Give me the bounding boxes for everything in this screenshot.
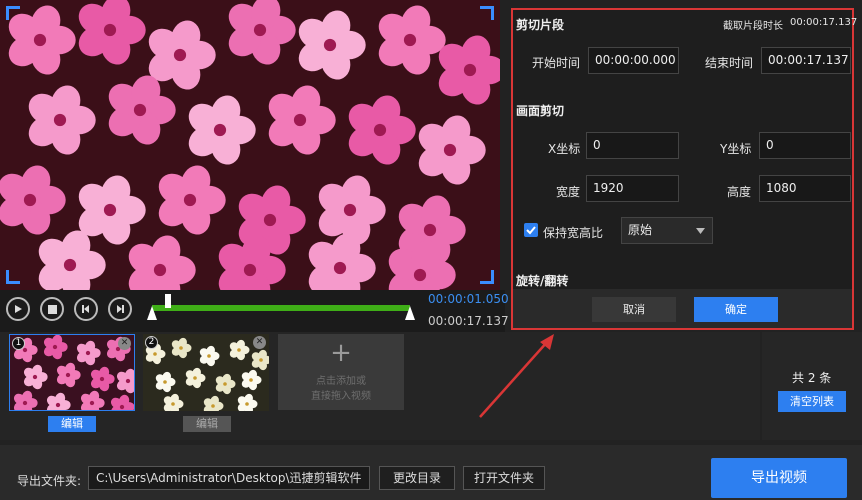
current-time: 00:00:01.050 bbox=[428, 292, 509, 306]
y-coord-field[interactable]: 0 bbox=[759, 132, 851, 159]
close-icon[interactable]: ✕ bbox=[253, 336, 266, 349]
cancel-button[interactable]: 取消 bbox=[592, 297, 676, 322]
step-back-icon bbox=[82, 305, 89, 313]
add-clip-hint-1: 点击添加或 bbox=[316, 376, 366, 387]
clip-index-badge: 2 bbox=[145, 336, 158, 349]
change-dir-button[interactable]: 更改目录 bbox=[379, 466, 455, 490]
edit-clip-1-button[interactable]: 编辑 bbox=[48, 416, 96, 432]
output-folder-path[interactable]: C:\Users\Administrator\Desktop\迅捷剪辑软件 bbox=[88, 466, 370, 490]
crop-handle-bottom-left[interactable] bbox=[6, 270, 20, 284]
start-time-field[interactable]: 00:00:00.000 bbox=[588, 47, 679, 74]
keep-ratio-checkbox[interactable] bbox=[524, 223, 538, 237]
clip-2-image bbox=[143, 334, 269, 411]
clear-list-button[interactable]: 清空列表 bbox=[778, 391, 846, 412]
chevron-down-icon bbox=[696, 228, 705, 234]
crop-section-title: 画面剪切 bbox=[516, 104, 565, 118]
checkmark-icon bbox=[526, 226, 536, 235]
video-preview[interactable] bbox=[0, 0, 500, 290]
crop-handle-bottom-right[interactable] bbox=[480, 270, 494, 284]
annotation-arrow bbox=[479, 334, 554, 418]
clip-1-image bbox=[10, 335, 134, 410]
step-forward-icon bbox=[117, 305, 124, 313]
playhead[interactable] bbox=[164, 294, 171, 308]
width-field[interactable]: 1920 bbox=[586, 175, 679, 202]
x-coord-field[interactable]: 0 bbox=[586, 132, 679, 159]
play-button[interactable] bbox=[6, 297, 30, 321]
end-time-label: 结束时间 bbox=[705, 56, 754, 70]
export-video-button[interactable]: 导出视频 bbox=[711, 458, 847, 498]
add-clip-tile[interactable]: + 点击添加或 直接拖入视频 bbox=[278, 334, 404, 410]
clip-duration-value: 00:00:17.137 bbox=[790, 17, 858, 28]
cherry-blossom-image bbox=[0, 0, 500, 290]
width-label: 宽度 bbox=[556, 185, 581, 199]
play-icon bbox=[15, 305, 22, 313]
next-frame-button[interactable] bbox=[108, 297, 132, 321]
height-field[interactable]: 1080 bbox=[759, 175, 851, 202]
app-window: 00:00:01.050 00:00:17.137 剪切片段 截取片段时长 00… bbox=[0, 0, 862, 500]
trim-end-handle[interactable] bbox=[405, 306, 415, 320]
close-icon[interactable]: ✕ bbox=[118, 337, 131, 350]
clip-thumbnail-2[interactable]: 2 ✕ bbox=[143, 334, 269, 411]
clip-index-badge: 1 bbox=[12, 337, 25, 350]
height-label: 高度 bbox=[727, 185, 752, 199]
list-summary: 共 2 条 清空列表 bbox=[762, 332, 862, 440]
crop-handle-top-left[interactable] bbox=[6, 6, 20, 20]
ratio-select[interactable]: 原始 bbox=[621, 217, 713, 244]
player-controls: 00:00:01.050 00:00:17.137 bbox=[0, 290, 509, 332]
confirm-button[interactable]: 确定 bbox=[694, 297, 778, 322]
trim-start-handle[interactable] bbox=[147, 306, 157, 320]
end-time-field[interactable]: 00:00:17.137 bbox=[761, 47, 851, 74]
start-time-label: 开始时间 bbox=[532, 56, 581, 70]
stop-button[interactable] bbox=[40, 297, 64, 321]
clip-count: 共 2 条 bbox=[792, 371, 832, 385]
clip-list: 1 ✕ 2 ✕ + 点击添加或 直接拖入视频 bbox=[0, 332, 760, 440]
plus-icon: + bbox=[330, 338, 352, 368]
rotate-section-title: 旋转/翻转 bbox=[516, 274, 569, 288]
timeline-track[interactable] bbox=[152, 305, 410, 311]
open-folder-button[interactable]: 打开文件夹 bbox=[463, 466, 545, 490]
y-coord-label: Y坐标 bbox=[720, 142, 752, 156]
add-clip-hint-2: 直接拖入视频 bbox=[311, 391, 371, 402]
output-folder-label: 导出文件夹: bbox=[17, 474, 82, 488]
ratio-select-value: 原始 bbox=[628, 223, 653, 237]
crop-handle-top-right[interactable] bbox=[480, 6, 494, 20]
clip-section-title: 剪切片段 bbox=[516, 18, 565, 32]
output-bar: 导出文件夹: C:\Users\Administrator\Desktop\迅捷… bbox=[0, 445, 862, 500]
clip-duration-label: 截取片段时长 bbox=[723, 21, 783, 32]
stop-icon bbox=[47, 304, 57, 314]
trim-settings-panel: 剪切片段 截取片段时长 00:00:17.137 开始时间 00:00:00.0… bbox=[511, 8, 858, 330]
x-coord-label: X坐标 bbox=[548, 142, 581, 156]
edit-clip-2-button[interactable]: 编辑 bbox=[183, 416, 231, 432]
prev-frame-button[interactable] bbox=[74, 297, 98, 321]
keep-ratio-label: 保持宽高比 bbox=[543, 226, 604, 240]
panel-footer bbox=[513, 289, 852, 328]
clip-thumbnail-1[interactable]: 1 ✕ bbox=[9, 334, 135, 411]
